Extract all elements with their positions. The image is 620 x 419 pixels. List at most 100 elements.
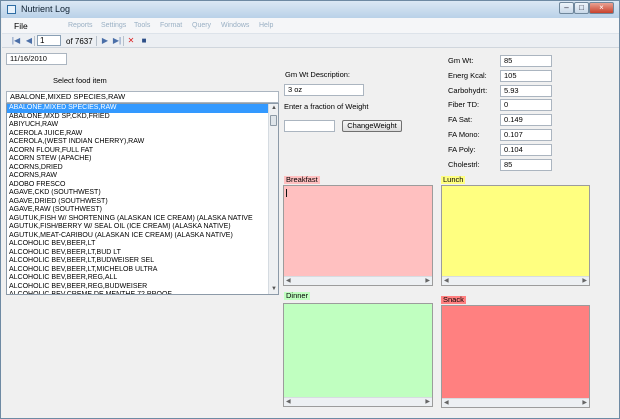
scroll-left-icon[interactable]: ◀ — [286, 398, 291, 406]
food-list-item[interactable]: AGUTUK,FISH W/ SHORTENING (ALASKAN ICE C… — [7, 215, 270, 224]
food-list-item[interactable]: ALCOHOLIC BEV,CREME DE MENTHE,72 PROOF — [7, 291, 270, 294]
lunch-scrollbar[interactable]: ◀ ▶ — [442, 276, 589, 285]
nutrient-label: Cholestrl: — [448, 159, 480, 169]
scroll-right-icon[interactable]: ▶ — [425, 277, 430, 285]
app-window: Nutrient Log – □ × File Reports Settings… — [0, 0, 620, 419]
nutrient-label: FA Mono: — [448, 130, 480, 139]
menu-bar: File Reports Settings Tools Format Query… — [2, 18, 619, 33]
fraction-weight-label: Enter a fraction of Weight — [284, 102, 369, 111]
title-bar: Nutrient Log – □ × — [1, 1, 619, 18]
menu-ghost-item: Help — [259, 22, 274, 29]
food-list-item[interactable]: ACORN FLOUR,FULL FAT — [7, 147, 270, 156]
nutrient-label: FA Sat: — [448, 115, 473, 125]
close-window-button[interactable]: × — [589, 2, 614, 14]
scroll-left-icon[interactable]: ◀ — [444, 277, 449, 285]
food-list-item[interactable]: ALCOHOLIC BEV,BEER,LT,BUD LT — [7, 249, 270, 258]
food-list-item[interactable]: AGUTUK,MEAT-CARIBOU (ALASKAN ICE CREAM) … — [7, 232, 270, 241]
lunch-label: Lunch — [441, 175, 466, 184]
gm-wt-description-field[interactable]: 3 oz — [284, 84, 364, 96]
food-list-item[interactable]: AGUTUK,FISH/BERRY W/ SEAL OIL (ICE CREAM… — [7, 223, 270, 232]
food-list-rows: ABALONE,MIXED SPECIES,RAW ABALONE,MXD SP,… — [7, 104, 278, 294]
save-icon[interactable]: ■ — [138, 35, 150, 46]
menu-ghost-item: Format — [160, 22, 183, 29]
scroll-thumb[interactable] — [270, 115, 277, 126]
snack-panel[interactable]: ◀ ▶ — [441, 305, 590, 408]
food-list[interactable]: ABALONE,MIXED SPECIES,RAW ABALONE,MXD SP,… — [6, 103, 279, 295]
breakfast-panel[interactable]: ◀ ▶ — [283, 185, 433, 286]
food-list-item[interactable]: ABALONE,MXD SP,CKD,FRIED — [7, 113, 270, 122]
food-list-item[interactable]: ACORN STEW (APACHE) — [7, 155, 270, 164]
menu-ghost-item: Settings — [101, 22, 127, 29]
scroll-left-icon[interactable]: ◀ — [444, 399, 449, 407]
scroll-down-icon[interactable]: ▼ — [269, 285, 278, 294]
scroll-up-icon[interactable]: ▲ — [269, 104, 278, 113]
snack-scrollbar[interactable]: ◀ ▶ — [442, 398, 589, 407]
food-list-item[interactable]: ACEROLA JUICE,RAW — [7, 130, 270, 139]
menu-ghost-item: Reports — [68, 22, 93, 29]
lunch-panel[interactable]: ◀ ▶ — [441, 185, 590, 286]
snack-label: Snack — [441, 295, 466, 304]
food-list-item[interactable]: ALCOHOLIC BEV,BEER,REG,ALL — [7, 274, 270, 283]
food-list-item[interactable]: ALCOHOLIC BEV,BEER,REG,BUDWEISER — [7, 283, 270, 292]
food-list-item[interactable]: AGAVE,DRIED (SOUTHWEST) — [7, 198, 270, 207]
menu-file[interactable]: File — [14, 21, 28, 31]
toolbar-separator — [123, 36, 124, 46]
food-list-item[interactable]: AGAVE,RAW (SOUTHWEST) — [7, 206, 270, 215]
first-record-icon[interactable]: |◀ — [10, 35, 22, 46]
food-selected-field[interactable]: ABALONE,MIXED SPECIES,RAW — [6, 91, 279, 103]
fraction-weight-input[interactable] — [284, 120, 335, 132]
minimize-button[interactable]: – — [559, 2, 574, 14]
food-list-item[interactable]: ALCOHOLIC BEV,BEER,LT,MICHELOB ULTRA — [7, 266, 270, 275]
food-list-item[interactable]: ALCOHOLIC BEV,BEER,LT — [7, 240, 270, 249]
menu-ghost-item: Query — [192, 22, 212, 29]
menu-ghost-item: Windows — [221, 22, 250, 29]
food-list-item[interactable]: ABALONE,MIXED SPECIES,RAW — [7, 104, 270, 113]
food-select-label: Select food item — [53, 76, 107, 85]
food-list-item[interactable]: ABIYUCH,RAW — [7, 121, 270, 130]
food-list-item[interactable]: ACORNS,DRIED — [7, 164, 270, 173]
change-weight-button[interactable]: ChangeWeight — [342, 120, 402, 132]
nutrient-label: Fiber TD: — [448, 100, 480, 110]
nutrient-label: FA Poly: — [448, 144, 476, 154]
nutrient-value-field[interactable]: 105 — [500, 69, 552, 82]
food-list-scrollbar[interactable]: ▲ ▼ — [268, 104, 278, 294]
navigator-toolbar: |◀ ◀ 1 of 7637 ▶ ▶| ✕ ■ — [2, 33, 619, 48]
nutrient-value-field[interactable]: 0 — [500, 99, 552, 112]
food-list-item[interactable]: ALCOHOLIC BEV,BEER,LT,BUDWEISER SEL — [7, 257, 270, 266]
dinner-scrollbar[interactable]: ◀ ▶ — [284, 397, 432, 406]
nutrient-value-field[interactable]: 85 — [500, 158, 552, 171]
menu-ghost-item: Tools — [134, 22, 151, 29]
record-position-input[interactable]: 1 — [37, 35, 61, 46]
date-field[interactable]: 11/16/2010 — [6, 53, 67, 65]
food-list-item[interactable]: ACEROLA,(WEST INDIAN CHERRY),RAW — [7, 138, 270, 147]
food-list-item[interactable]: ACORNS,RAW — [7, 172, 270, 181]
nutrient-label: Carbohydrt: — [448, 85, 488, 95]
last-record-icon[interactable]: ▶| — [111, 35, 123, 46]
dinner-label: Dinner — [284, 291, 311, 300]
maximize-button[interactable]: □ — [574, 2, 589, 14]
next-record-icon[interactable]: ▶ — [99, 35, 111, 46]
window-title: Nutrient Log — [21, 4, 71, 14]
food-list-item[interactable]: AGAVE,CKD (SOUTHWEST) — [7, 189, 270, 198]
nutrient-label: Gm Wt: — [448, 56, 474, 65]
breakfast-scrollbar[interactable]: ◀ ▶ — [284, 276, 432, 285]
dinner-panel[interactable]: ◀ ▶ — [283, 303, 433, 407]
scroll-left-icon[interactable]: ◀ — [286, 277, 291, 285]
food-list-item[interactable]: ADOBO FRESCO — [7, 181, 270, 190]
nutrient-label: Energ Kcal: — [448, 70, 487, 80]
nutrient-value-field[interactable]: 0.104 — [500, 143, 552, 156]
gm-wt-description-label: Gm Wt Description: — [285, 70, 351, 79]
record-count: of 7637 — [66, 37, 93, 46]
delete-icon[interactable]: ✕ — [125, 35, 137, 46]
nutrient-value-field[interactable]: 0.107 — [500, 129, 552, 141]
nutrient-value-field[interactable]: 5.93 — [500, 84, 552, 97]
app-icon — [7, 5, 16, 14]
scroll-right-icon[interactable]: ▶ — [425, 398, 430, 406]
toolbar-separator — [34, 36, 35, 46]
nutrient-value-field[interactable]: 0.149 — [500, 114, 552, 127]
text-caret — [286, 189, 287, 197]
nutrient-value-field[interactable]: 85 — [500, 55, 552, 67]
scroll-right-icon[interactable]: ▶ — [582, 277, 587, 285]
scroll-right-icon[interactable]: ▶ — [582, 399, 587, 407]
toolbar-separator — [96, 36, 97, 46]
